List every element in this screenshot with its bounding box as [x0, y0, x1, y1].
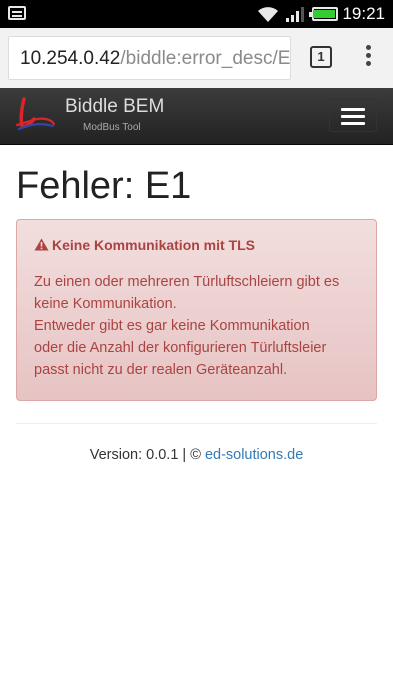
alert-line: oder die Anzahl der konfigurieren Türluf… [34, 340, 327, 356]
site-navbar: Biddle BEM ModBus Tool [0, 88, 393, 145]
warning-icon [34, 238, 49, 251]
ed-solutions-link[interactable]: ed-solutions.de [205, 447, 303, 463]
alert-line: keine Kommunikation. [34, 296, 177, 312]
footer-divider [16, 423, 377, 424]
alert-heading-row: Keine Kommunikation mit TLS [34, 236, 361, 258]
alert-message: Zu einen oder mehreren Türluftschleiern … [34, 271, 361, 381]
version-text: Version: 0.0.1 | © [89, 447, 205, 463]
alert-heading: Keine Kommunikation mit TLS [52, 237, 256, 253]
navbar-toggle-button[interactable] [329, 98, 377, 132]
alert-line: Entweder gibt es gar keine Kommunikation [34, 318, 310, 334]
alert-line: passt nicht zu der realen Geräteanzahl. [34, 362, 288, 378]
status-time: 19:21 [342, 4, 385, 23]
footer: Version: 0.0.1 | © ed-solutions.de [16, 447, 377, 463]
error-alert: Keine Kommunikation mit TLS Zu einen ode… [16, 219, 377, 401]
brand-subtitle: ModBus Tool [83, 122, 141, 133]
battery-fill [313, 10, 335, 18]
hamburger-menu-icon [341, 108, 365, 111]
url-path: /biddle:error_desc/E [120, 48, 291, 69]
browser-toolbar: 10.254.0.42/biddle:error_desc/E 1 [0, 28, 393, 88]
brand-title[interactable]: Biddle BEM [65, 96, 164, 118]
browser-menu-icon[interactable] [361, 43, 375, 71]
status-bar: 19:21 [0, 0, 393, 28]
battery-icon [309, 7, 338, 21]
wifi-icon [258, 7, 278, 22]
url-host: 10.254.0.42 [20, 48, 121, 69]
biddle-logo-icon[interactable] [14, 97, 56, 133]
signal-icon [286, 7, 304, 22]
page-title: Fehler: E1 [16, 165, 192, 207]
main-content: Fehler: E1 Keine Kommunikation mit TLS Z… [16, 145, 377, 463]
alert-line: Zu einen oder mehreren Türluftschleiern … [34, 274, 340, 290]
tab-switcher-button[interactable]: 1 [310, 46, 332, 68]
url-bar[interactable]: 10.254.0.42/biddle:error_desc/E [8, 36, 291, 80]
notification-icon [8, 6, 26, 20]
